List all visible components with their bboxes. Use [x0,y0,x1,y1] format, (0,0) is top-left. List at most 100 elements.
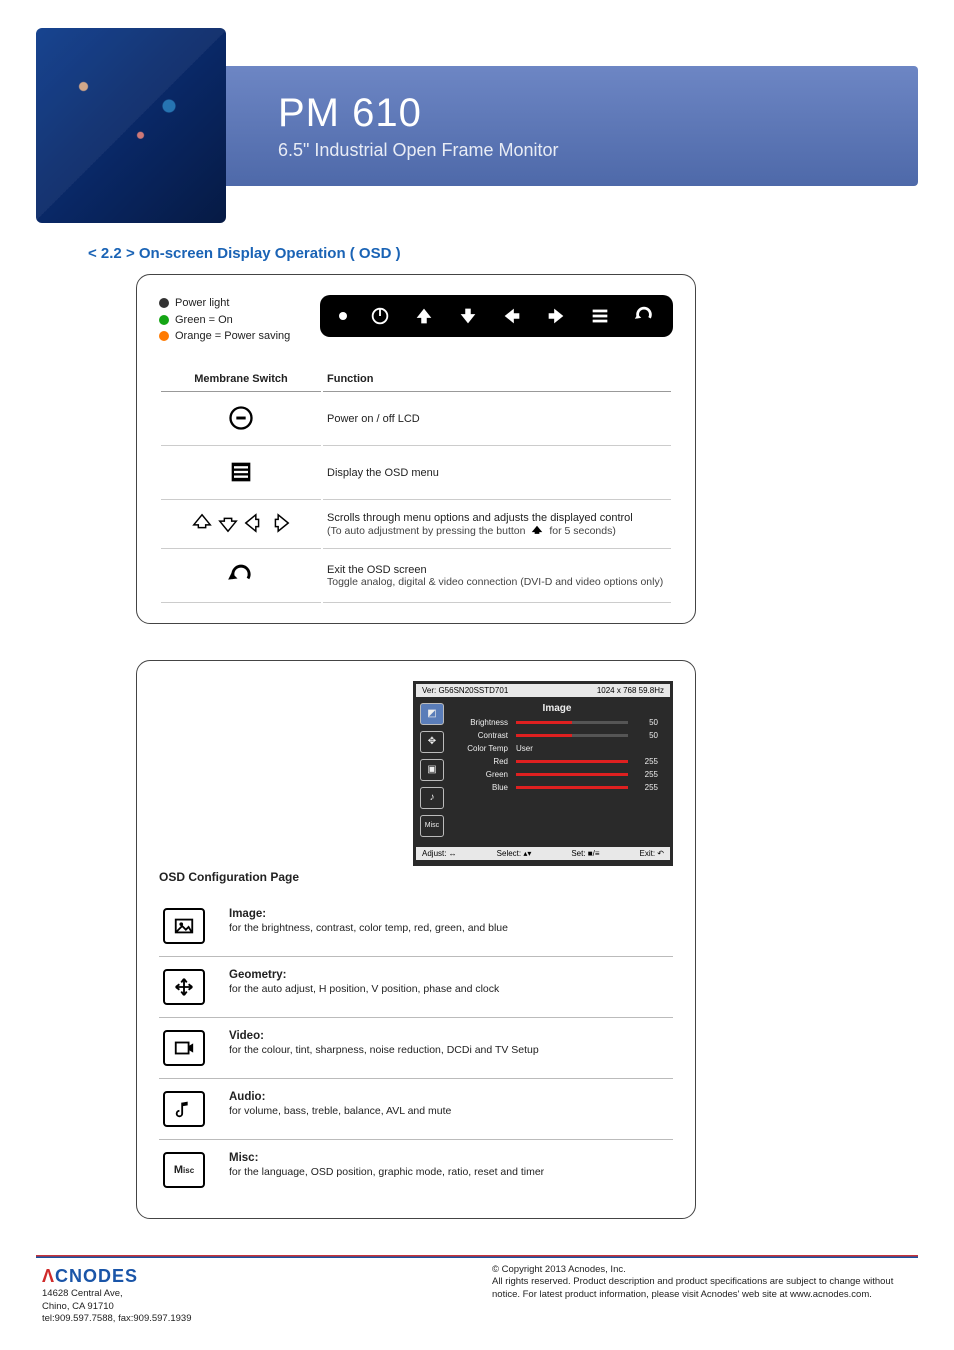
arrows-icon-group [191,512,291,534]
fn-subtext: Toggle analog, digital & video connectio… [327,576,667,588]
config-item-desc: for the brightness, contrast, color temp… [229,922,508,934]
power-light-icon [159,298,169,308]
osd-row-value: 50 [636,731,658,740]
osd-row-label: Blue [456,783,508,792]
osd-foot-set: Set: ■/≡ [571,849,599,858]
fn-subtext: (To auto adjustment by pressing the butt… [327,524,667,538]
osd-row: Red 255 [456,757,658,766]
legend-power-light: Power light [175,295,229,312]
table-row: Exit the OSD screen Toggle analog, digit… [161,551,671,603]
indicator-dot-icon [339,312,347,320]
footer-addr1: 14628 Central Ave, [42,1288,192,1301]
table-row: Display the OSD menu [161,448,671,500]
power-icon [369,305,391,327]
config-item-label: Misc: [229,1152,544,1164]
osd-slider-fill [516,773,628,776]
osd-row: Green 255 [456,770,658,779]
video-tab-icon: ▣ [420,759,444,781]
osd-slider-fill [516,760,628,763]
osd-row: Blue255 [456,783,658,792]
table-header-switch: Membrane Switch [161,367,321,392]
osd-row-label: Color Temp [456,744,508,753]
menu-icon [589,305,611,327]
config-item-label: Video: [229,1030,539,1042]
osd-slider-fill [516,734,572,737]
config-item: Image: for the brightness, contrast, colo… [159,896,673,957]
image-tab-icon: ◩ [420,703,444,725]
header-image [36,28,226,223]
table-header-function: Function [323,367,671,392]
misc-icon: Misc [163,1152,205,1188]
osd-row-value: 50 [636,718,658,727]
product-title: PM 610 [278,91,918,136]
osd-foot-select: Select: ▴▾ [497,849,532,858]
osd-slider-fill [516,721,572,724]
fn-text: Display the OSD menu [323,448,671,500]
footer-legal: All rights reserved. Product description… [492,1276,912,1302]
exit-icon [633,305,655,327]
config-item-text: Image: for the brightness, contrast, colo… [229,908,508,934]
table-row: Power on / off LCD [161,394,671,446]
config-item-desc: for the auto adjust, H position, V posit… [229,983,499,995]
config-item-desc: for the colour, tint, sharpness, noise r… [229,1044,539,1056]
osd-screen: Ver: G56SN20SSTD701 1024 x 768 59.8Hz ◩ … [413,681,673,866]
footer-addr2: Chino, CA 91710 [42,1301,192,1314]
geometry-tab-icon: ✥ [420,731,444,753]
section-title: < 2.2 > On-screen Display Operation ( OS… [88,245,918,262]
misc-tab-icon: Misc [420,815,444,837]
osd-button-bar [320,295,673,337]
osd-row: Contrast50 [456,731,658,740]
footer-tel: tel:909.597.7588, fax:909.597.1939 [42,1313,192,1326]
footer: ΛCNODES 14628 Central Ave, Chino, CA 917… [36,1264,918,1331]
osd-row-label: Red [456,757,508,766]
up-arrow-icon [530,524,544,538]
orange-dot-icon [159,331,169,341]
osd-resolution: 1024 x 768 59.8Hz [597,686,664,695]
fn-text: Scrolls through menu options and adjusts… [327,512,667,524]
config-item-text: Audio: for volume, bass, treble, balance,… [229,1091,451,1117]
legend-orange: Orange = Power saving [175,328,290,345]
osd-slider-track [516,773,628,776]
osd-row-value: 255 [636,770,658,779]
osd-slider-track [516,734,628,737]
audio-tab-icon: ♪ [420,787,444,809]
footer-divider [36,1255,918,1258]
config-item-text: Geometry: for the auto adjust, H position… [229,969,499,995]
osd-row-value: User [516,744,658,753]
green-dot-icon [159,315,169,325]
left-arrow-icon [243,512,265,534]
config-page-title: OSD Configuration Page [159,870,673,884]
osd-version: Ver: G56SN20SSTD701 [422,686,508,695]
osd-row-value: 255 [636,757,658,766]
osd-row: Color Temp User [456,744,658,753]
osd-foot-exit: Exit: ↶ [640,849,664,858]
fn-subtext-b: for 5 seconds) [549,524,616,536]
up-arrow-icon [191,512,213,534]
osd-row-label: Green [456,770,508,779]
config-item-desc: for volume, bass, treble, balance, AVL a… [229,1105,451,1117]
config-item: Audio: for volume, bass, treble, balance,… [159,1079,673,1140]
fn-text: Exit the OSD screen [327,564,667,576]
image-icon [163,908,205,944]
osd-menu-title: Image [456,703,658,714]
menu-icon [227,458,255,486]
osd-slider-fill [516,786,628,789]
left-arrow-icon [501,305,523,327]
osd-slider-track [516,786,628,789]
config-item-label: Image: [229,908,508,920]
exit-icon [227,561,255,589]
config-item-desc: for the language, OSD position, graphic … [229,1166,544,1178]
config-item: Misc Misc: for the language, OSD position,… [159,1140,673,1200]
osd-slider-track [516,721,628,724]
config-item-label: Geometry: [229,969,499,981]
geometry-icon [163,969,205,1005]
power-icon [227,404,255,432]
osd-row: Brightness50 [456,718,658,727]
legend-green: Green = On [175,312,233,329]
config-item-text: Misc: for the language, OSD position, gra… [229,1152,544,1178]
footer-left: ΛCNODES 14628 Central Ave, Chino, CA 917… [42,1264,192,1327]
config-item-label: Audio: [229,1091,451,1103]
header-banner: PM 610 6.5" Industrial Open Frame Monito… [208,66,918,186]
right-arrow-icon [545,305,567,327]
product-subtitle: 6.5" Industrial Open Frame Monitor [278,140,918,161]
